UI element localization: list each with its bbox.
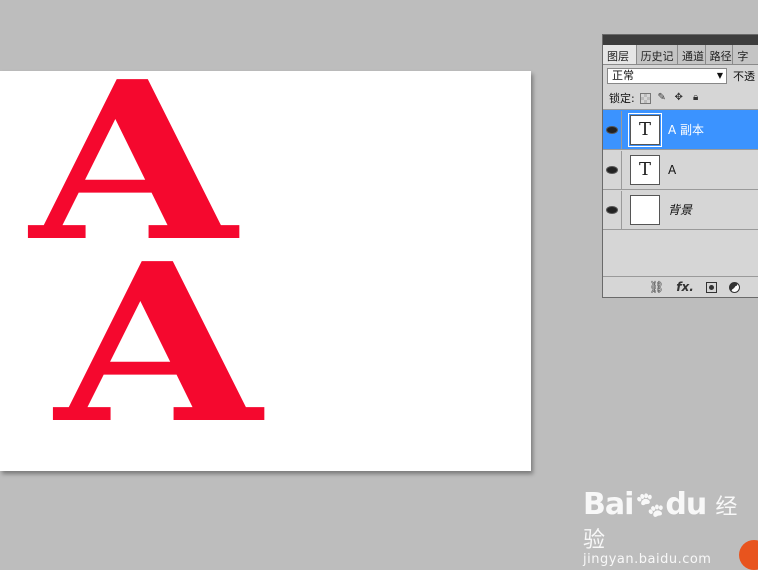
text-layer-thumbnail: T [628, 112, 662, 147]
text-layer-a[interactable]: A [55, 235, 261, 453]
watermark-logo-suffix: du [665, 487, 707, 522]
lock-transparency-icon[interactable] [639, 92, 651, 104]
fx-button[interactable]: fx. [676, 280, 694, 294]
blend-row: 正常 ▼ 不透 [603, 65, 758, 87]
visibility-toggle[interactable] [603, 190, 622, 229]
layer-row-a[interactable]: T A [603, 150, 758, 190]
tab-layers[interactable]: 图层 [603, 45, 637, 64]
adjustment-icon[interactable] [728, 281, 740, 293]
tab-channels[interactable]: 通道 [678, 45, 706, 64]
watermark-logo-text: Bai [583, 487, 634, 522]
layer-row-a-copy[interactable]: T A 副本 [603, 110, 758, 150]
eye-icon [606, 205, 618, 214]
panel-tabs: 图层 历史记 通道 路径 字 [603, 45, 758, 65]
eye-icon [606, 125, 618, 134]
watermark-logo: Bai🐾︎du [583, 487, 707, 522]
tab-history[interactable]: 历史记 [637, 45, 678, 64]
dropdown-arrow-icon: ▼ [716, 71, 723, 80]
blend-mode-select[interactable]: 正常 ▼ [607, 68, 727, 84]
layer-row-background[interactable]: 背景 [603, 190, 758, 230]
lock-row: 锁定: ✎ ✥ 🔒︎ [603, 87, 758, 110]
mask-icon[interactable] [705, 281, 717, 293]
watermark-url: jingyan.baidu.com [583, 552, 712, 567]
panel-titlebar[interactable] [603, 35, 758, 45]
blend-mode-value: 正常 [612, 69, 634, 82]
opacity-label: 不透 [733, 70, 755, 83]
visibility-toggle[interactable] [603, 150, 622, 189]
move-icon[interactable]: ✥ [673, 92, 685, 104]
document-canvas[interactable]: A A [0, 53, 531, 471]
panel-footer: ⛓ fx. [603, 276, 758, 297]
visibility-toggle[interactable] [603, 110, 622, 149]
lock-icon[interactable]: 🔒︎ [690, 92, 702, 104]
baidu-watermark: Bai🐾︎du 经验 jingyan.baidu.com [583, 487, 758, 567]
tab-paths[interactable]: 路径 [706, 45, 734, 64]
paw-icon: 🐾︎ [633, 491, 666, 521]
layer-name[interactable]: A [668, 163, 676, 177]
tab-character[interactable]: 字 [733, 45, 758, 64]
layer-name[interactable]: A 副本 [668, 121, 704, 138]
link-icon[interactable]: ⛓ [649, 280, 664, 294]
layer-name[interactable]: 背景 [668, 201, 692, 218]
text-layer-thumbnail: T [630, 154, 660, 185]
lock-label: 锁定: [609, 92, 635, 105]
background-thumbnail [630, 194, 660, 225]
eye-icon [606, 165, 618, 174]
brush-icon[interactable]: ✎ [656, 92, 668, 104]
layers-panel: 图层 历史记 通道 路径 字 正常 ▼ 不透 锁定: ✎ ✥ 🔒︎ T A 副本… [602, 34, 758, 298]
